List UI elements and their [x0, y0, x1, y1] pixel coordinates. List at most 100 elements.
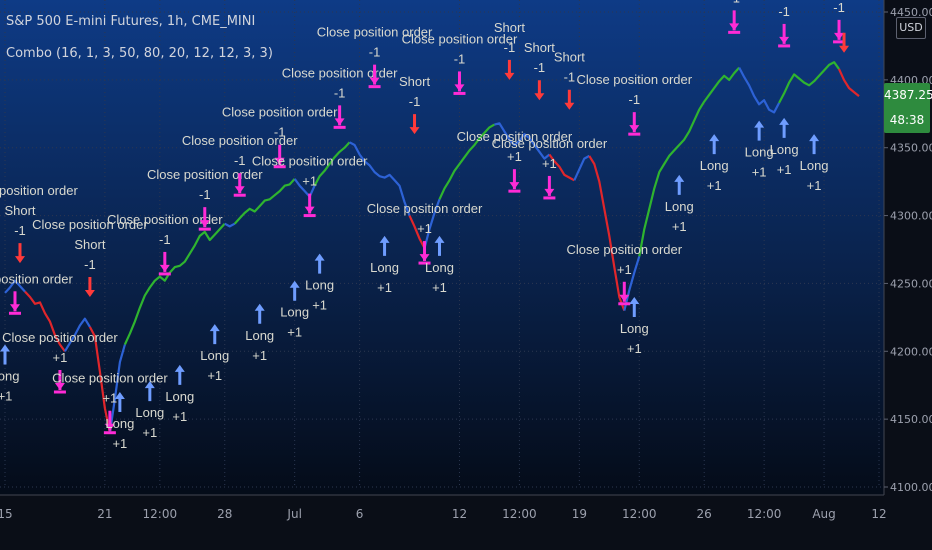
x-tick-label: 12:00 — [622, 507, 657, 521]
close-position-label: -1 — [454, 51, 466, 66]
short-entry-label: Close position order — [0, 183, 78, 198]
price-chart[interactable]: 4450.004400.004350.004300.004250.004200.… — [0, 0, 932, 550]
close-position-marker-head — [369, 77, 380, 85]
close-position-marker-head — [779, 36, 790, 44]
last-price: 4387.25 — [884, 88, 932, 102]
close-position-label: +1 — [617, 262, 632, 277]
price-series-neutral — [573, 154, 590, 181]
close-position-marker-head — [334, 118, 345, 126]
close-position-marker-head — [629, 125, 640, 133]
long-entry-label: Long — [425, 260, 454, 275]
long-entry-label: +1 — [312, 298, 327, 313]
close-position-label: -1 — [274, 125, 286, 140]
x-tick-label: 6 — [356, 507, 364, 521]
close-position-marker-bar — [728, 30, 741, 34]
x-tick-label: Jul — [286, 507, 301, 521]
short-entry-arrow — [564, 89, 575, 110]
close-position-marker-bar — [303, 214, 316, 218]
close-position-marker-bar — [198, 227, 211, 231]
short-entry-arrow — [534, 80, 545, 101]
x-tick-label: 15 — [0, 507, 13, 521]
long-entry-arrow — [314, 253, 325, 274]
close-position-marker-head — [304, 206, 315, 214]
close-position-label: Close position order — [2, 330, 118, 345]
symbol-title[interactable]: S&P 500 E-mini Futures, 1h, CME_MINI — [6, 14, 255, 29]
close-position-label: +1 — [302, 174, 317, 189]
long-entry-label: Long — [135, 405, 164, 420]
price-series-up — [123, 222, 226, 345]
long-entry-label: Long — [620, 321, 649, 336]
x-tick-label: 19 — [572, 507, 587, 521]
long-entry-label: +1 — [432, 280, 447, 295]
close-position-label: -1 — [199, 187, 211, 202]
close-position-label: +1 — [53, 350, 68, 365]
price-series-down — [838, 68, 860, 97]
long-entry-arrow — [379, 235, 390, 256]
y-tick-label: 4100.00 — [890, 481, 932, 494]
long-entry-label: Long — [245, 328, 274, 343]
close-position-marker-bar — [453, 91, 466, 95]
close-position-label: -1 — [628, 92, 640, 107]
y-tick-label: 4250.00 — [890, 277, 932, 290]
close-position-marker-bar — [333, 125, 346, 129]
bar-countdown: 48:38 — [889, 113, 925, 127]
close-position-label: -1 — [159, 232, 171, 247]
close-position-marker-bar — [508, 189, 521, 193]
close-position-label: Close position order — [367, 201, 483, 216]
currency-button[interactable]: USD — [896, 17, 926, 39]
close-position-marker-bar — [543, 196, 556, 200]
close-position-marker-bar — [103, 431, 116, 435]
long-entry-label: +1 — [707, 178, 722, 193]
close-position-label: +1 — [542, 156, 557, 171]
short-entry-label: Short — [74, 237, 105, 252]
close-position-marker-bar — [8, 311, 21, 315]
close-position-label: -1 — [234, 153, 246, 168]
short-entry-label: Short — [524, 40, 555, 55]
y-tick-label: 4350.00 — [890, 142, 932, 155]
long-entry-label: +1 — [142, 425, 157, 440]
close-position-label: Close position order — [147, 167, 263, 182]
x-tick-label: Aug — [812, 507, 835, 521]
short-entry-arrow — [409, 114, 420, 135]
price-series-up — [233, 178, 296, 225]
close-position-label: +1 — [102, 391, 117, 406]
close-position-marker-bar — [53, 390, 66, 394]
short-entry-label: -1 — [84, 257, 96, 272]
close-position-label: +1 — [417, 221, 432, 236]
close-position-label: -1 — [728, 0, 740, 5]
long-entry-label: Long — [800, 158, 829, 173]
long-entry-label: Long — [305, 278, 334, 293]
last-price-tag: 4387.25 48:38 — [884, 83, 932, 133]
close-position-label: Close position order — [252, 154, 368, 169]
price-series-neutral — [738, 67, 781, 114]
long-entry-arrow — [209, 324, 220, 345]
long-entry-arrow — [254, 303, 265, 324]
close-position-label: Close position order — [0, 271, 73, 286]
long-entry-arrow — [434, 235, 445, 256]
long-entry-arrow — [754, 120, 765, 141]
close-position-label: -1 — [369, 45, 381, 60]
long-entry-label: +1 — [172, 409, 187, 424]
close-position-label: -1 — [778, 4, 790, 19]
close-position-label: Close position order — [492, 136, 608, 151]
close-position-marker-head — [9, 304, 20, 312]
long-entry-label: +1 — [207, 368, 222, 383]
close-position-label: -1 — [334, 85, 346, 100]
chart-window: 4450.00 4400.00 4350.00 4300.00 4250.00 4200.… — [0, 0, 932, 550]
close-position-marker-head — [509, 182, 520, 190]
long-entry-label: Long — [200, 348, 229, 363]
short-entry-label: -1 — [409, 94, 421, 109]
close-position-marker-bar — [158, 272, 171, 276]
long-entry-arrow — [289, 280, 300, 301]
close-position-marker-bar — [778, 44, 791, 48]
short-entry-label: Short — [399, 74, 430, 89]
time-axis — [0, 495, 932, 550]
close-position-marker-bar — [368, 85, 381, 89]
x-tick-label: 12 — [452, 507, 467, 521]
close-position-label: Close position order — [222, 105, 338, 120]
indicator-legend[interactable]: Combo (16, 1, 3, 50, 80, 20, 12, 12, 3, … — [6, 46, 273, 61]
long-entry-label: +1 — [672, 219, 687, 234]
short-entry-label: -1 — [14, 223, 26, 238]
close-position-marker-head — [234, 186, 245, 194]
x-tick-label: 12:00 — [502, 507, 537, 521]
